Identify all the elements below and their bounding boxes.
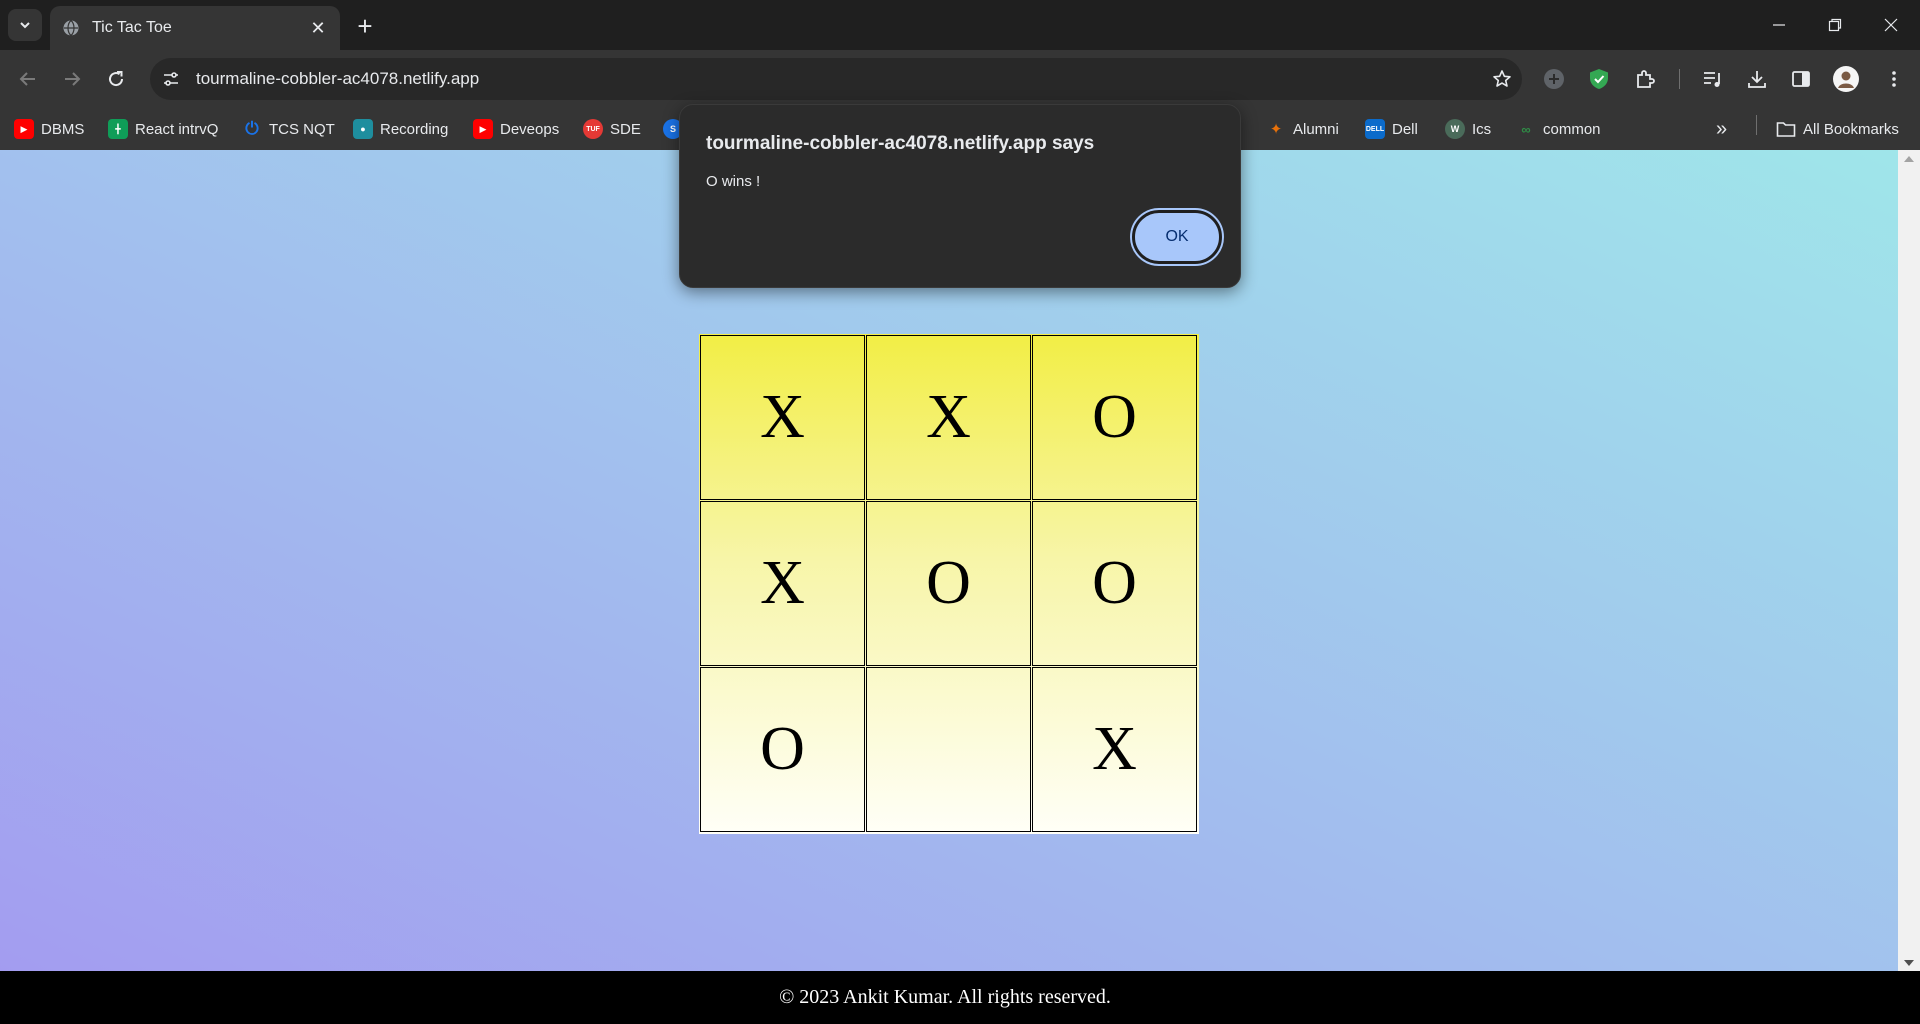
- media-control-button[interactable]: [1697, 63, 1729, 95]
- download-icon: [1748, 71, 1766, 88]
- double-chevron-icon: »: [1716, 117, 1728, 140]
- toolbar-separator: [1679, 69, 1680, 89]
- toolbar: tourmaline-cobbler-ac4078.netlify.app: [0, 50, 1920, 108]
- page-footer: © 2023 Ankit Kumar. All rights reserved.: [0, 971, 1920, 1024]
- bookmark-dell[interactable]: DELL Dell: [1365, 116, 1418, 142]
- profile-button[interactable]: [1830, 63, 1862, 95]
- bookmark-common[interactable]: ∞ common: [1516, 116, 1600, 142]
- tuf-icon: TUF: [583, 119, 603, 139]
- scroll-up-arrow-icon[interactable]: [1904, 156, 1914, 162]
- side-panel-button[interactable]: [1785, 63, 1817, 95]
- bookmark-tcs-nqt[interactable]: ⏻ TCS NQT: [242, 116, 335, 142]
- music-queue-icon: [1704, 72, 1720, 87]
- dialog-message: O wins !: [706, 173, 761, 190]
- minimize-icon: [1773, 24, 1785, 26]
- tab-search-button[interactable]: [8, 9, 42, 41]
- url-text[interactable]: tourmaline-cobbler-ac4078.netlify.app: [196, 69, 1482, 89]
- game-board: X X O X O O O X: [699, 334, 1199, 834]
- w-icon: W: [1445, 119, 1465, 139]
- dell-icon: DELL: [1365, 119, 1385, 139]
- minimize-button[interactable]: [1750, 0, 1808, 50]
- cell-2-1[interactable]: [866, 667, 1031, 832]
- cell-0-1[interactable]: X: [866, 335, 1031, 500]
- tune-icon: [164, 72, 178, 86]
- close-icon: [1884, 18, 1898, 32]
- tab-title: Tic Tac Toe: [92, 19, 172, 36]
- tab-strip: Tic Tac Toe ✕ +: [0, 0, 1920, 50]
- restore-icon: [1828, 18, 1842, 32]
- cell-0-2[interactable]: O: [1032, 335, 1197, 500]
- globe-icon: [63, 20, 79, 36]
- bookmark-react-intrvq[interactable]: ╋ React intrvQ: [108, 116, 218, 142]
- youtube-icon: ▶: [473, 119, 493, 139]
- arrow-left-icon: [19, 72, 35, 86]
- shield-icon: [1590, 69, 1608, 89]
- cell-1-2[interactable]: O: [1032, 501, 1197, 666]
- bookmark-recording[interactable]: ● Recording: [353, 116, 448, 142]
- power-icon: ⏻: [245, 119, 259, 138]
- alert-dialog: tourmaline-cobbler-ac4078.netlify.app sa…: [679, 104, 1241, 288]
- cell-1-1[interactable]: O: [866, 501, 1031, 666]
- more-vert-icon: [1892, 71, 1896, 87]
- shield-extension-button[interactable]: [1583, 63, 1615, 95]
- bookmark-alumni[interactable]: ✦ Alumni: [1266, 116, 1339, 142]
- iitg-icon: ✦: [1269, 121, 1283, 138]
- extension-add-button[interactable]: [1538, 63, 1570, 95]
- cell-0-0[interactable]: X: [700, 335, 865, 500]
- reload-button[interactable]: [100, 63, 132, 95]
- cell-2-2[interactable]: X: [1032, 667, 1197, 832]
- bookmark-ics[interactable]: W Ics: [1445, 116, 1491, 142]
- back-button[interactable]: [12, 63, 44, 95]
- bookmark-star-button[interactable]: [1482, 59, 1522, 99]
- classroom-icon: ●: [353, 119, 373, 139]
- forward-button[interactable]: [56, 63, 88, 95]
- address-bar[interactable]: tourmaline-cobbler-ac4078.netlify.app: [150, 58, 1522, 100]
- plus-circle-icon: [1544, 69, 1564, 89]
- new-tab-button[interactable]: +: [350, 11, 380, 41]
- restore-button[interactable]: [1806, 0, 1864, 50]
- avatar: [1833, 66, 1859, 92]
- page-scrollbar[interactable]: [1898, 150, 1920, 972]
- side-panel-icon: [1792, 71, 1810, 87]
- puzzle-icon: [1637, 70, 1655, 88]
- cell-1-0[interactable]: X: [700, 501, 865, 666]
- tab-tic-tac-toe[interactable]: Tic Tac Toe ✕: [50, 6, 340, 50]
- gfg-icon: ∞: [1521, 121, 1531, 137]
- chevron-down-icon: [20, 22, 30, 29]
- bookmark-deveops[interactable]: ▶ Deveops: [473, 116, 559, 142]
- more-bookmarks-button[interactable]: »: [1716, 116, 1727, 142]
- extensions-button[interactable]: [1629, 63, 1661, 95]
- scroll-down-arrow-icon[interactable]: [1904, 960, 1914, 966]
- ok-button[interactable]: OK: [1130, 208, 1224, 266]
- arrow-right-icon: [65, 72, 81, 86]
- reload-icon: [109, 71, 124, 87]
- folder-icon: [1776, 122, 1796, 137]
- bookmarks-separator: [1756, 115, 1757, 135]
- bookmark-sde[interactable]: TUF SDE: [583, 116, 641, 142]
- site-info-button[interactable]: [154, 62, 188, 96]
- bookmark-dbms[interactable]: ▶ DBMS: [14, 116, 84, 142]
- sheets-icon: ╋: [108, 119, 128, 139]
- close-tab-icon[interactable]: ✕: [308, 18, 328, 38]
- downloads-button[interactable]: [1741, 63, 1773, 95]
- close-window-button[interactable]: [1862, 0, 1920, 50]
- copyright-text: © 2023 Ankit Kumar. All rights reserved.: [779, 986, 1111, 1008]
- star-icon: [1493, 70, 1511, 87]
- youtube-icon: ▶: [14, 119, 34, 139]
- dialog-title: tourmaline-cobbler-ac4078.netlify.app sa…: [706, 133, 1095, 154]
- cell-2-0[interactable]: O: [700, 667, 865, 832]
- all-bookmarks-folder[interactable]: All Bookmarks: [1776, 116, 1899, 142]
- menu-button[interactable]: [1878, 63, 1910, 95]
